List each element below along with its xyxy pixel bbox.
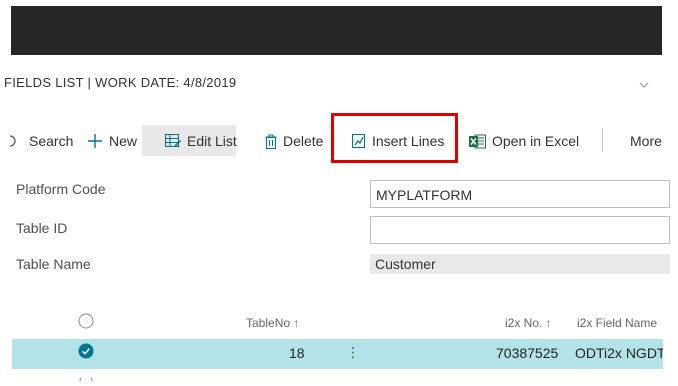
table-name-label: Table Name (16, 256, 91, 272)
new-label: New (109, 133, 138, 149)
table-id-label: Table ID (16, 220, 68, 236)
trash-icon (265, 133, 277, 149)
column-header-i2x-field-name[interactable]: i2x Field Name (577, 316, 657, 330)
edit-list-button[interactable]: Edit List (165, 122, 237, 160)
table-row[interactable] (12, 339, 663, 369)
select-all-checkbox[interactable] (78, 313, 94, 334)
top-navigation-bar (11, 6, 662, 55)
highlight-box (331, 113, 458, 163)
new-button[interactable]: New (87, 122, 137, 160)
delete-label: Delete (283, 133, 324, 149)
search-button[interactable]: Search (10, 122, 73, 160)
platform-code-label: Platform Code (16, 181, 106, 197)
search-icon (10, 134, 20, 148)
toolbar-divider (602, 128, 603, 152)
edit-list-label: Edit List (187, 133, 237, 149)
column-header-i2x-no[interactable]: i2x No. ↑ (505, 316, 552, 330)
platform-code-field[interactable]: MYPLATFORM (370, 180, 670, 208)
open-in-excel-label: Open in Excel (492, 133, 580, 149)
open-in-excel-button[interactable]: Open in Excel (469, 122, 579, 160)
column-header-table-no[interactable]: TableNo ↑ (246, 316, 299, 330)
search-label: Search (29, 133, 74, 149)
row-actions-icon[interactable]: ⋮ (346, 344, 360, 361)
more-button[interactable]: More (630, 122, 662, 160)
plus-icon (87, 133, 103, 149)
delete-button[interactable]: Delete (265, 122, 323, 160)
cell-i2x-field-name: ODTi2x NGDT (575, 345, 663, 361)
row-selected-check-icon[interactable] (78, 343, 94, 364)
table-id-field[interactable] (370, 216, 670, 244)
chevron-down-icon[interactable] (638, 78, 650, 90)
table-name-field: Customer (370, 254, 670, 274)
page-title: FIELDS LIST | WORK DATE: 4/8/2019 (4, 75, 237, 90)
more-label: More (630, 133, 662, 149)
cell-i2x-no: 70387525 (496, 345, 559, 361)
excel-icon (469, 134, 486, 149)
edit-list-icon (165, 134, 181, 148)
cell-table-no: 18 (289, 345, 305, 361)
